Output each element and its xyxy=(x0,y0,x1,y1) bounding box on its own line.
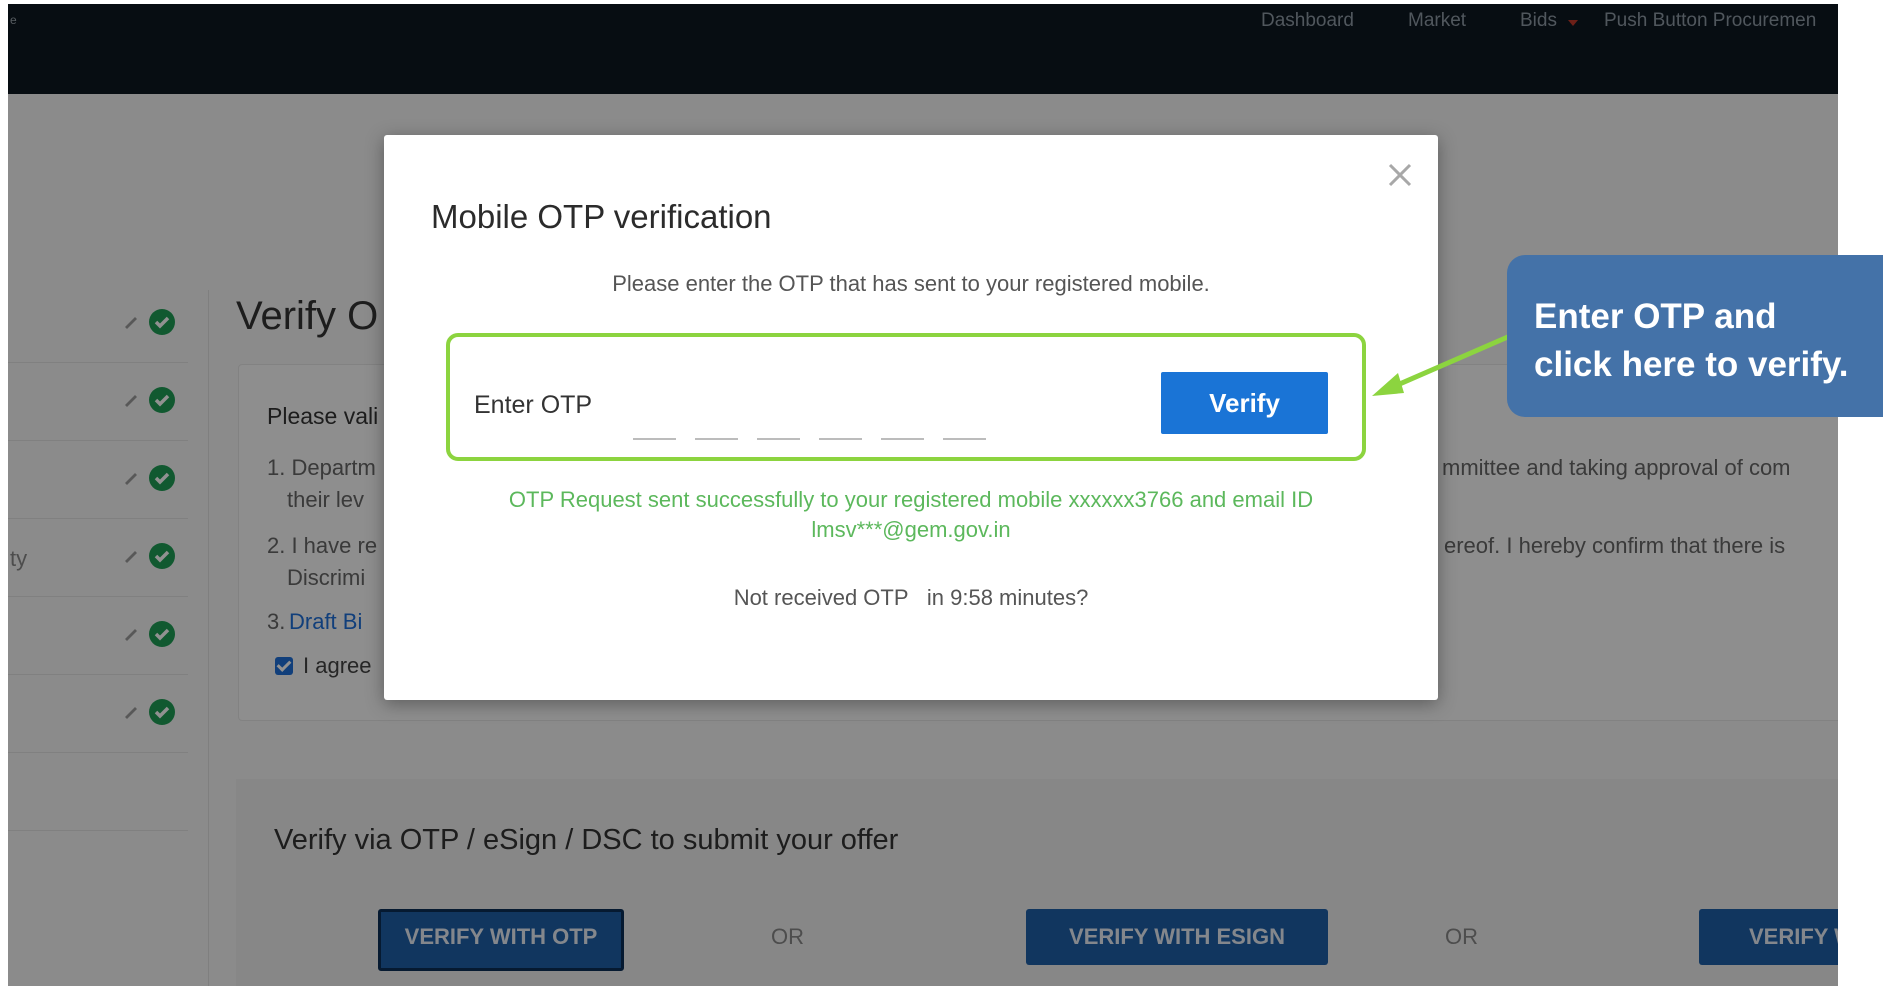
otp-modal: Mobile OTP verification Please enter the… xyxy=(384,135,1438,700)
resend-otp-line: Not received OTP in 9:58 minutes? xyxy=(384,585,1438,611)
modal-title: Mobile OTP verification xyxy=(431,198,772,235)
otp-success-line-1: OTP Request sent successfully to your re… xyxy=(508,487,1314,512)
close-icon[interactable] xyxy=(1382,157,1418,193)
instruction-callout: Enter OTP and click here to verify. xyxy=(1507,255,1883,417)
otp-digit-input[interactable] xyxy=(881,408,924,440)
otp-digit-input[interactable] xyxy=(943,408,986,440)
otp-digit-input[interactable] xyxy=(819,408,862,440)
modal-instruction: Please enter the OTP that has sent to yo… xyxy=(612,271,1210,296)
otp-success-line-2: lmsv***@gem.gov.in xyxy=(811,517,1011,542)
otp-digit-input[interactable] xyxy=(695,408,738,440)
otp-label: Enter OTP xyxy=(474,391,593,419)
callout-text: Enter OTP and click here to verify. xyxy=(1534,297,1849,384)
otp-digit-input[interactable] xyxy=(633,408,676,440)
resend-otp-timer: in 9:58 minutes? xyxy=(926,585,1089,610)
app-screenshot: e Dashboard Market Bids Push Button Proc… xyxy=(8,4,1838,986)
otp-digit-input[interactable] xyxy=(757,408,800,440)
otp-success-message: OTP Request sent successfully to your re… xyxy=(384,485,1438,545)
verify-button[interactable]: Verify xyxy=(1161,372,1328,434)
resend-otp-text: Not received OTP xyxy=(733,585,909,610)
